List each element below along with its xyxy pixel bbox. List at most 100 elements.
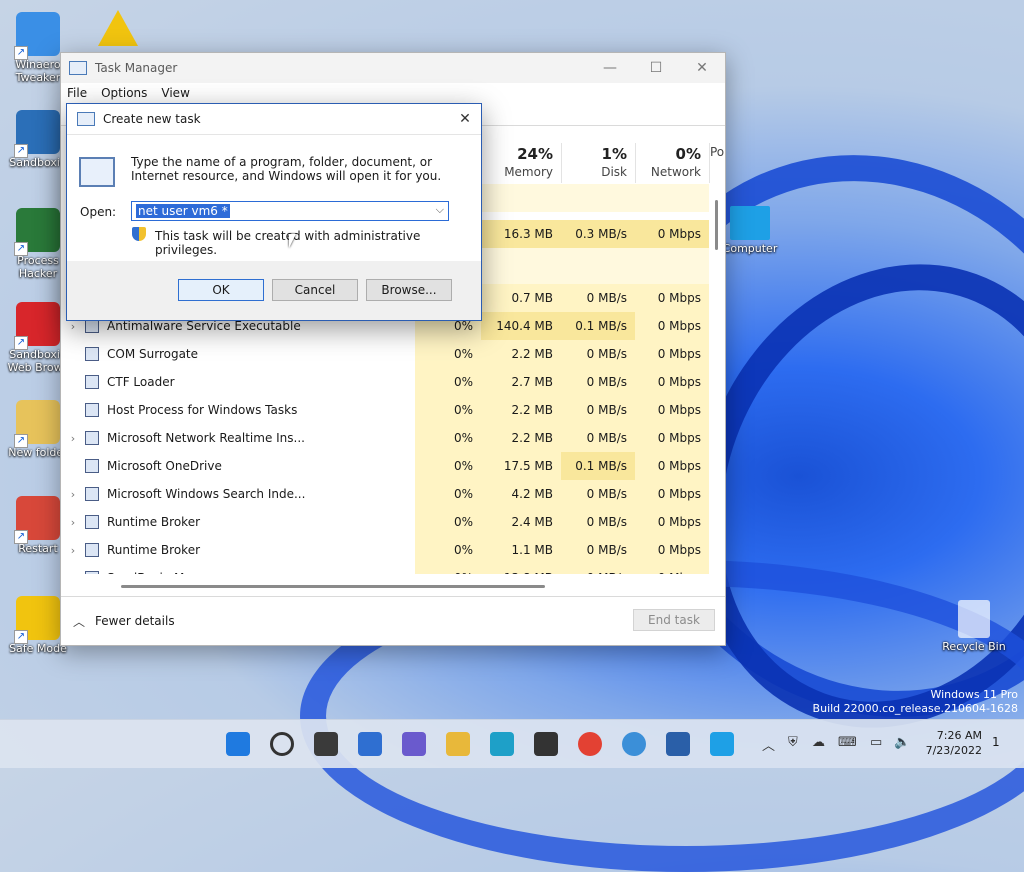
mouse-cursor-icon <box>289 234 296 248</box>
table-row[interactable]: › Microsoft Windows Search Inde... 0% 4.2 M… <box>61 480 709 508</box>
table-row[interactable]: Microsoft OneDrive 0% 17.5 MB 0.1 MB/s 0 Mbp… <box>61 452 709 480</box>
mem-cell: 16.3 MB <box>481 220 561 248</box>
chevron-up-icon[interactable]: ︿ <box>73 613 85 630</box>
fewer-details-link[interactable]: Fewer details <box>95 614 175 628</box>
winaero-icon[interactable] <box>622 732 646 756</box>
expand-chevron-icon[interactable]: › <box>61 432 85 445</box>
ok-button[interactable]: OK <box>178 279 264 301</box>
mem-cell: 4.2 MB <box>481 480 561 508</box>
dialog-body: Type the name of a program, folder, docu… <box>67 135 481 261</box>
mem-cell: 2.2 MB <box>481 340 561 368</box>
desktop-icon-recycle-bin[interactable]: Recycle Bin <box>936 600 1012 653</box>
task-manager-icon <box>69 61 87 75</box>
desktop-icon-label: Computer <box>722 242 778 255</box>
process-name: Microsoft Network Realtime Ins... <box>107 431 305 445</box>
table-row[interactable]: › Runtime Broker 0% 2.4 MB 0 MB/s 0 Mbps <box>61 508 709 536</box>
desktop-icon-label: Process Hacker <box>17 254 59 280</box>
menu-view[interactable]: View <box>161 86 189 100</box>
edge-icon[interactable] <box>490 732 514 756</box>
disk-cell: 0 MB/s <box>561 424 635 452</box>
task-view-icon[interactable] <box>314 732 338 756</box>
table-row[interactable]: Host Process for Windows Tasks 0% 2.2 MB 0 … <box>61 396 709 424</box>
notification-badge[interactable]: 1 <box>992 735 1000 749</box>
vertical-scrollbar[interactable] <box>715 200 718 250</box>
expand-chevron-icon[interactable]: › <box>61 544 85 557</box>
expand-chevron-icon[interactable]: › <box>61 488 85 501</box>
cpu-cell: 0% <box>415 452 481 480</box>
browse-label: Browse... <box>381 283 437 297</box>
chevron-up-icon[interactable]: ︿ <box>762 735 775 754</box>
open-combobox[interactable]: net user vm6 * ⌵ <box>131 201 449 221</box>
shortcut-arrow-icon: ↗ <box>14 144 28 158</box>
cancel-button[interactable]: Cancel <box>272 279 358 301</box>
recycle-bin-icon <box>958 600 990 638</box>
table-row[interactable]: COM Surrogate 0% 2.2 MB 0 MB/s 0 Mbps <box>61 340 709 368</box>
expand-chevron-icon[interactable]: › <box>61 320 85 333</box>
clock-date: 7/23/2022 <box>925 744 982 757</box>
search-icon[interactable] <box>270 732 294 756</box>
cpu-cell: 0% <box>415 368 481 396</box>
taskbar: ︿ ⛨ ☁ ⌨ ▭ 🔈 7:26 AM 7/23/2022 1 <box>0 719 1024 768</box>
expand-chevron-icon[interactable]: › <box>61 516 85 529</box>
shortcut-arrow-icon: ↗ <box>14 630 28 644</box>
column-disk[interactable]: 1% Disk <box>561 143 635 183</box>
menu-file[interactable]: File <box>67 86 87 100</box>
start-icon[interactable] <box>226 732 250 756</box>
process-icon <box>85 543 99 557</box>
menu-options[interactable]: Options <box>101 86 147 100</box>
computer-icon <box>730 206 770 240</box>
file-explorer-icon[interactable] <box>446 732 470 756</box>
table-row[interactable]: CTF Loader 0% 2.7 MB 0 MB/s 0 Mbps <box>61 368 709 396</box>
store-icon[interactable] <box>534 732 558 756</box>
task-manager-footer: ︿ Fewer details End task <box>61 596 725 645</box>
widgets-icon[interactable] <box>358 732 382 756</box>
volume-icon[interactable]: 🔈 <box>894 735 910 750</box>
horizontal-scrollbar[interactable] <box>121 585 545 588</box>
table-row[interactable]: SandBoxie Manager 0%13.8 MB0 MB/s0 Mbps <box>61 564 709 574</box>
column-network[interactable]: 0% Network <box>635 143 709 183</box>
chrome-icon[interactable] <box>578 732 602 756</box>
folder-icon: ↗ <box>14 400 60 448</box>
chevron-down-icon[interactable]: ⌵ <box>436 203 444 217</box>
network-icon[interactable]: ▭ <box>870 735 882 750</box>
cpu-cell: 0% <box>415 424 481 452</box>
process-name: Runtime Broker <box>107 515 201 529</box>
dialog-description: Type the name of a program, folder, docu… <box>131 155 442 183</box>
task-manager-titlebar[interactable]: Task Manager — ☐ ✕ <box>61 53 725 83</box>
net-cell: 0 Mbps <box>635 564 709 574</box>
close-button[interactable]: ✕ <box>679 53 725 83</box>
open-input[interactable]: net user vm6 * <box>136 204 230 218</box>
maximize-button[interactable]: ☐ <box>633 53 679 83</box>
table-row[interactable]: › Microsoft Network Realtime Ins... 0% 2.2 … <box>61 424 709 452</box>
table-row[interactable]: › Runtime Broker 0% 1.1 MB 0 MB/s 0 Mbps <box>61 536 709 564</box>
clock[interactable]: 7:26 AM 7/23/2022 <box>920 728 982 758</box>
dialog-titlebar[interactable]: Create new task ✕ <box>67 104 481 135</box>
end-task-button[interactable]: End task <box>633 609 715 631</box>
mem-cell: 13.8 MB <box>481 564 561 574</box>
dialog-close-button[interactable]: ✕ <box>449 104 481 134</box>
process-icon <box>85 487 99 501</box>
chat-icon[interactable] <box>402 732 426 756</box>
column-memory[interactable]: 24% Memory <box>481 143 561 183</box>
onedrive-icon[interactable]: ☁ <box>812 735 825 750</box>
sandboxie-browser-icon: ↗ <box>14 302 60 350</box>
mem-cell: 17.5 MB <box>481 452 561 480</box>
desktop-icon-label: Winaero Tweaker <box>15 58 61 84</box>
task-manager-icon[interactable] <box>666 732 690 756</box>
open-label: Open: <box>80 205 117 219</box>
watermark-line: Build 22000.co_release.210604-1628 <box>812 702 1018 715</box>
keyboard-icon[interactable]: ⌨ <box>838 735 857 750</box>
warning-icon[interactable] <box>98 10 138 46</box>
column-power[interactable]: Po <box>709 143 725 183</box>
browse-button[interactable]: Browse... <box>366 279 452 301</box>
remote-desktop-icon[interactable] <box>710 732 734 756</box>
process-icon <box>85 459 99 473</box>
cpu-cell: 0% <box>415 564 481 574</box>
net-cell: 0 Mbps <box>635 396 709 424</box>
process-icon <box>85 375 99 389</box>
defender-icon[interactable]: ⛨ <box>788 735 798 750</box>
end-task-label: End task <box>648 613 700 627</box>
minimize-button[interactable]: — <box>587 53 633 83</box>
shortcut-arrow-icon: ↗ <box>14 242 28 256</box>
net-cell: 0 Mbps <box>635 340 709 368</box>
